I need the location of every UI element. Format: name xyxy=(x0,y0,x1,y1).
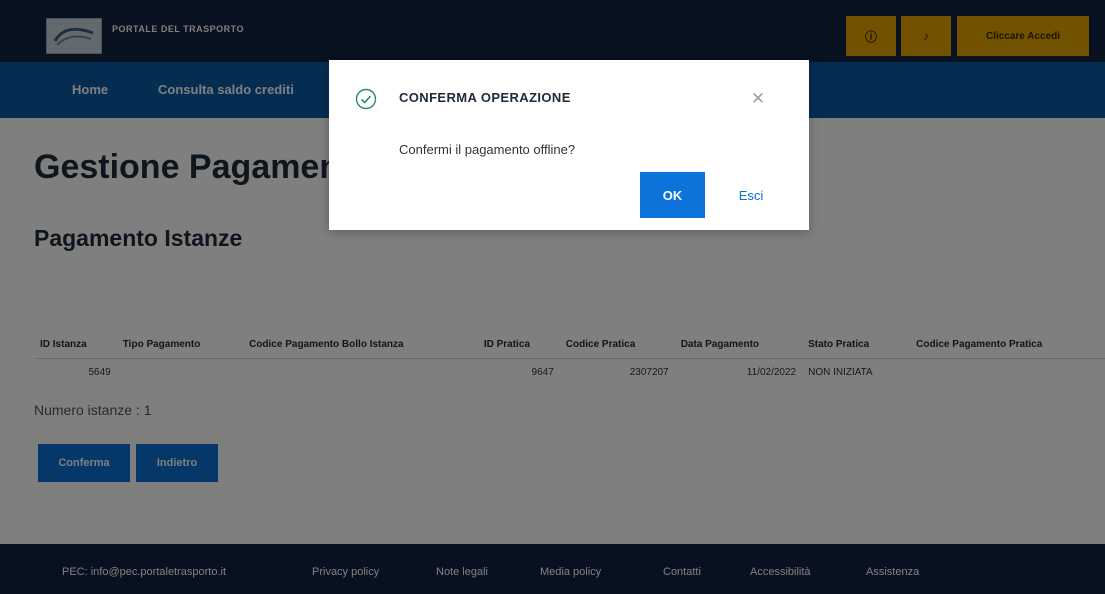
ok-button[interactable]: OK xyxy=(640,172,705,218)
check-circle-icon xyxy=(355,88,377,115)
esci-button[interactable]: Esci xyxy=(725,172,777,218)
confirm-dialog: CONFERMA OPERAZIONE ✕ Confermi il pagame… xyxy=(329,60,809,230)
close-icon[interactable]: ✕ xyxy=(747,88,769,110)
dialog-message: Confermi il pagamento offline? xyxy=(399,142,576,157)
dialog-title: CONFERMA OPERAZIONE xyxy=(399,90,571,105)
